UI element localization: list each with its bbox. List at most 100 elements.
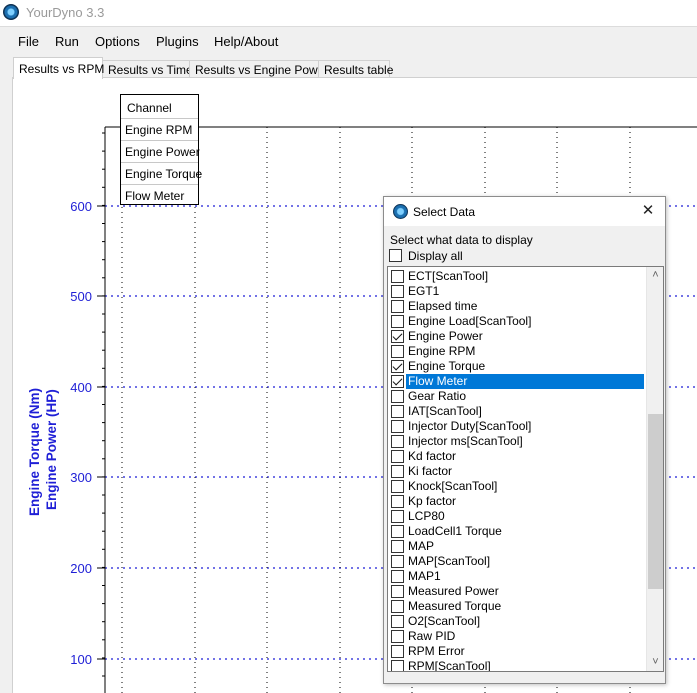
checkbox-icon[interactable] (391, 585, 404, 598)
scroll-down-icon[interactable]: ˅ (647, 654, 663, 671)
checkbox-icon[interactable] (391, 510, 404, 523)
checkbox-icon[interactable] (391, 660, 404, 671)
dialog-title: Select Data (413, 205, 476, 219)
data-channel-list[interactable]: RPM[ScanTool] RPM Error Raw PID O2[ScanTool… (387, 266, 664, 672)
list-item[interactable]: Injector ms[ScanTool] (388, 434, 646, 449)
list-item[interactable]: Kd factor (388, 449, 646, 464)
list-item-label: Ki factor (408, 464, 453, 478)
list-item-label: Elapsed time (408, 299, 478, 313)
list-item[interactable]: Engine RPM (388, 344, 646, 359)
list-item[interactable]: MAP1 (388, 569, 646, 584)
select-data-dialog: Select Data ✕ Select what data to displa… (383, 196, 666, 684)
list-item[interactable]: RPM[ScanTool] (388, 659, 646, 672)
checkbox-checked-icon[interactable] (391, 360, 404, 373)
checkbox-icon[interactable] (391, 390, 404, 403)
list-item-label: Injector ms[ScanTool] (408, 434, 523, 448)
legend-item-flow-meter: Flow Meter (121, 184, 198, 206)
checkbox-icon[interactable] (391, 525, 404, 538)
list-item-label: Flow Meter (406, 374, 644, 389)
list-item[interactable]: RPM Error (388, 644, 646, 659)
checkbox-icon[interactable] (391, 555, 404, 568)
list-item[interactable]: Ki factor (388, 464, 646, 479)
list-item-label: EGT1 (408, 284, 440, 298)
list-item-label: Engine Load[ScanTool] (408, 314, 532, 328)
list-item-label: LCP80 (408, 509, 445, 523)
list-item[interactable]: IAT[ScanTool] (388, 404, 646, 419)
tab-results-vs-rpm[interactable]: Results vs RPM (13, 57, 104, 79)
checkbox-icon[interactable] (391, 570, 404, 583)
list-item[interactable]: EGT1 (388, 284, 646, 299)
checkbox-icon[interactable] (391, 615, 404, 628)
close-icon[interactable]: ✕ (634, 200, 662, 222)
checkbox-icon[interactable] (391, 540, 404, 553)
checkbox-checked-icon[interactable] (391, 330, 404, 343)
y-tick-labels: 600 500 400 300 200 100 (70, 199, 92, 667)
legend-item-engine-torque: Engine Torque (121, 162, 202, 184)
list-item[interactable]: MAP (388, 539, 646, 554)
checkbox-icon[interactable] (391, 450, 404, 463)
list-item-label: Kd factor (408, 449, 457, 463)
list-item-label: MAP (408, 539, 435, 553)
list-item[interactable]: Engine Load[ScanTool] (388, 314, 646, 329)
list-item[interactable]: Injector Duty[ScanTool] (388, 419, 646, 434)
dialog-title-bar: Select Data ✕ (384, 197, 665, 226)
checkbox-checked-icon[interactable] (391, 375, 404, 388)
checkbox-icon[interactable] (391, 600, 404, 613)
list-item-label: MAP[ScanTool] (408, 554, 491, 568)
list-item[interactable]: Engine Power (388, 329, 646, 344)
checkbox-icon[interactable] (391, 300, 404, 313)
checkbox-icon[interactable] (391, 480, 404, 493)
list-item[interactable]: Gear Ratio (388, 389, 646, 404)
checkbox-icon[interactable] (389, 249, 402, 262)
y-tick-label: 600 (70, 199, 92, 214)
list-item[interactable]: Elapsed time (388, 299, 646, 314)
y-axis (97, 127, 106, 693)
checkbox-icon[interactable] (391, 285, 404, 298)
checkbox-icon[interactable] (391, 405, 404, 418)
list-item[interactable]: MAP[ScanTool] (388, 554, 646, 569)
list-item-label: Engine Power (408, 329, 483, 343)
list-item-label: ECT[ScanTool] (408, 269, 489, 283)
checkbox-icon[interactable] (391, 645, 404, 658)
list-item[interactable]: Kp factor (388, 494, 646, 509)
scroll-up-icon[interactable]: ˄ (647, 267, 663, 284)
list-item-label: Engine RPM (408, 344, 476, 358)
checkbox-icon[interactable] (391, 315, 404, 328)
checkbox-icon[interactable] (391, 465, 404, 478)
y-tick-label: 500 (70, 289, 92, 304)
list-item-label: IAT[ScanTool] (408, 404, 482, 418)
checkbox-icon[interactable] (391, 630, 404, 643)
legend-item-engine-rpm: Engine RPM (121, 118, 198, 140)
list-item[interactable]: Engine Torque (388, 359, 646, 374)
list-item[interactable]: O2[ScanTool] (388, 614, 646, 629)
checkbox-icon[interactable] (391, 435, 404, 448)
list-item-label: LoadCell1 Torque (408, 524, 502, 538)
list-item[interactable]: Raw PID (388, 629, 646, 644)
list-item[interactable]: Measured Torque (388, 599, 646, 614)
checkbox-icon[interactable] (391, 420, 404, 433)
y-tick-label: 200 (70, 561, 92, 576)
list-item[interactable]: LCP80 (388, 509, 646, 524)
list-item[interactable]: LoadCell1 Torque (388, 524, 646, 539)
list-scrollbar[interactable]: ˄ ˅ (646, 267, 663, 671)
list-item-label: Kp factor (408, 494, 457, 508)
y-axis-label-power: Engine Power (HP) (44, 389, 59, 510)
list-item[interactable]: Knock[ScanTool] (388, 479, 646, 494)
scroll-thumb[interactable] (648, 414, 663, 589)
checkbox-icon[interactable] (391, 270, 404, 283)
list-item-label: RPM[ScanTool] (408, 659, 491, 672)
list-item-label: Raw PID (408, 629, 456, 643)
y-tick-label: 100 (70, 652, 92, 667)
list-item-label: RPM Error (408, 644, 465, 658)
list-item-label: Gear Ratio (408, 389, 467, 403)
list-item[interactable]: Flow Meter (388, 374, 646, 389)
dialog-instruction: Select what data to display (390, 233, 533, 247)
checkbox-icon[interactable] (391, 495, 404, 508)
checkbox-icon[interactable] (391, 345, 404, 358)
list-item[interactable]: ECT[ScanTool] (388, 269, 646, 284)
list-item-label: Measured Torque (408, 599, 502, 613)
list-item[interactable]: Measured Power (388, 584, 646, 599)
y-tick-label: 400 (70, 380, 92, 395)
y-tick-label: 300 (70, 470, 92, 485)
list-item-label: Injector Duty[ScanTool] (408, 419, 532, 433)
